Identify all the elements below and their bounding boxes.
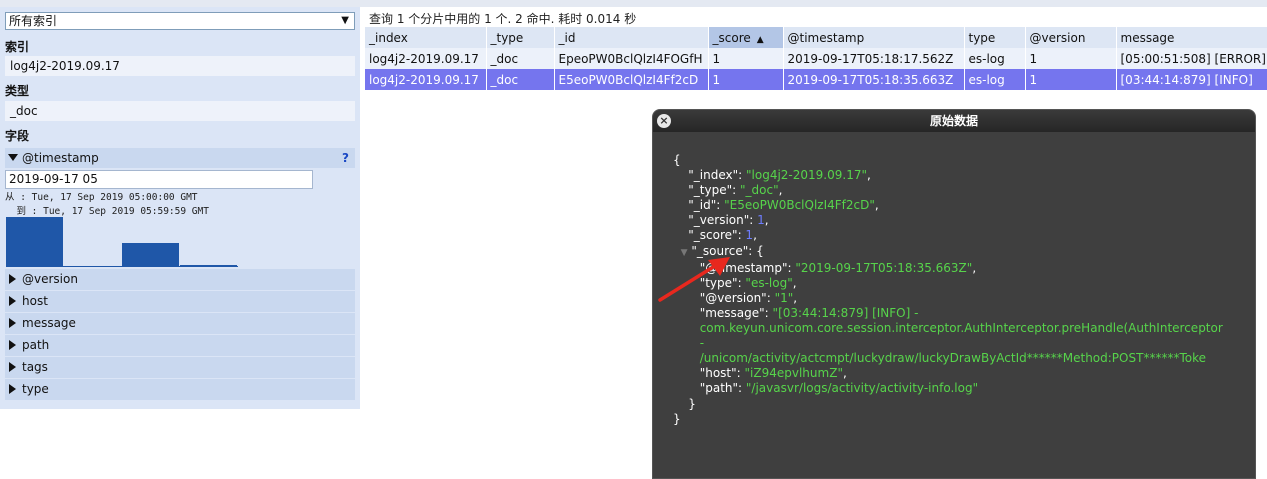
histogram-bar[interactable] xyxy=(180,265,237,267)
field-item-label: tags xyxy=(22,360,48,374)
type-label: 类型 xyxy=(5,84,30,98)
field-item-type[interactable]: type xyxy=(5,379,355,400)
help-icon[interactable]: ? xyxy=(342,148,349,168)
triangle-right-icon xyxy=(9,296,16,306)
table-cell: _doc xyxy=(486,48,555,69)
histogram-bar[interactable] xyxy=(6,217,63,267)
index-label: 索引 xyxy=(5,40,30,54)
table-cell: E5eoPW0BclQlzI4Ff2cD xyxy=(554,69,709,90)
table-cell: EpeoPW0BclQlzI4FOGfH xyxy=(554,48,709,69)
annotation-arrow-icon xyxy=(658,257,730,302)
table-cell: log4j2-2019.09.17 xyxy=(365,48,487,69)
top-bar xyxy=(0,0,1267,7)
column-header-doc-type[interactable]: type xyxy=(964,27,1026,48)
table-row[interactable]: log4j2-2019.09.17 _doc EpeoPW0BclQlzI4FO… xyxy=(365,48,1267,69)
table-cell: [03:44:14:879] [INFO] xyxy=(1116,69,1267,90)
field-timestamp-expanded[interactable]: @timestamp ? xyxy=(5,148,355,168)
timestamp-filter-input[interactable]: 2019-09-17 05 xyxy=(5,170,313,189)
field-item-label: @version xyxy=(22,272,78,286)
table-cell: 1 xyxy=(708,69,784,90)
index-select-value: 所有索引 xyxy=(9,14,58,28)
raw-data-dialog: × 原始数据 { "_index": "log4j2-2019.09.17", … xyxy=(652,109,1256,479)
results-table: _index _type _id _score ▲ @timestamp type… xyxy=(365,27,1267,90)
chevron-down-icon: ▼ xyxy=(341,15,349,26)
field-item-host[interactable]: host xyxy=(5,291,355,312)
sidebar: 所有索引 ▼ 索引 log4j2-2019.09.17 类型 _doc 字段 @… xyxy=(0,7,360,409)
column-header-type[interactable]: _type xyxy=(486,27,555,48)
table-cell: 2019-09-17T05:18:35.663Z xyxy=(783,69,965,90)
index-select[interactable]: 所有索引 ▼ xyxy=(5,12,355,30)
dialog-title-bar[interactable]: × 原始数据 xyxy=(653,110,1255,132)
range-from-text: 从 : Tue, 17 Sep 2019 05:00:00 GMT xyxy=(5,192,198,203)
table-cell: _doc xyxy=(486,69,555,90)
table-cell: [05:00:51:508] [ERROR] xyxy=(1116,48,1267,69)
triangle-right-icon xyxy=(9,340,16,350)
table-cell: 1 xyxy=(1025,48,1117,69)
triangle-right-icon xyxy=(9,384,16,394)
timestamp-histogram[interactable] xyxy=(6,215,246,267)
column-header-score[interactable]: _score ▲ xyxy=(708,27,784,48)
table-cell: 1 xyxy=(1025,69,1117,90)
dialog-title: 原始数据 xyxy=(929,114,978,128)
table-cell: es-log xyxy=(964,48,1026,69)
type-value[interactable]: _doc xyxy=(5,101,355,121)
column-header-version[interactable]: @version xyxy=(1025,27,1117,48)
field-item-version[interactable]: @version xyxy=(5,269,355,290)
table-row-selected[interactable]: log4j2-2019.09.17 _doc E5eoPW0BclQlzI4Ff… xyxy=(365,69,1267,90)
column-header-id[interactable]: _id xyxy=(554,27,709,48)
field-item-label: message xyxy=(22,316,76,330)
sort-ascending-icon: ▲ xyxy=(756,34,764,45)
index-value[interactable]: log4j2-2019.09.17 xyxy=(5,56,355,76)
column-header-message[interactable]: message xyxy=(1116,27,1267,48)
fields-label: 字段 xyxy=(5,129,30,143)
table-cell: log4j2-2019.09.17 xyxy=(365,69,487,90)
column-header-index[interactable]: _index xyxy=(365,27,487,48)
close-icon[interactable]: × xyxy=(657,114,671,128)
column-header-timestamp[interactable]: @timestamp xyxy=(783,27,965,48)
field-item-label: type xyxy=(22,382,49,396)
query-status: 查询 1 个分片中用的 1 个. 2 命中. 耗时 0.014 秒 xyxy=(369,12,637,26)
histogram-bar[interactable] xyxy=(122,243,179,267)
triangle-right-icon xyxy=(9,274,16,284)
field-item-tags[interactable]: tags xyxy=(5,357,355,378)
field-item-path[interactable]: path xyxy=(5,335,355,356)
field-item-message[interactable]: message xyxy=(5,313,355,334)
table-cell: 1 xyxy=(708,48,784,69)
triangle-right-icon xyxy=(9,362,16,372)
field-item-label: path xyxy=(22,338,50,352)
triangle-right-icon xyxy=(9,318,16,328)
table-cell: 2019-09-17T05:18:17.562Z xyxy=(783,48,965,69)
json-viewer: { "_index": "log4j2-2019.09.17", "_type"… xyxy=(673,153,1223,426)
field-item-label: host xyxy=(22,294,48,308)
table-cell: es-log xyxy=(964,69,1026,90)
triangle-down-icon xyxy=(8,154,18,161)
field-name: @timestamp xyxy=(22,151,99,165)
